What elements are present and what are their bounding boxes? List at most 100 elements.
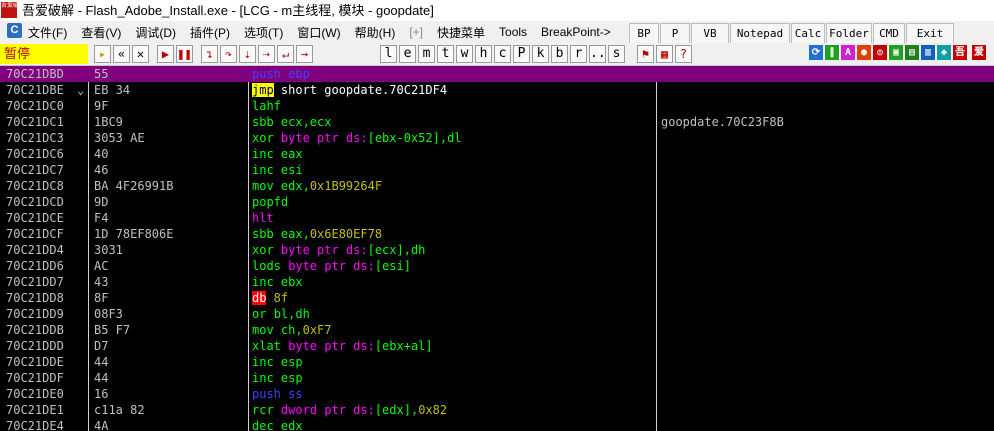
run-icon[interactable]: ▶: [157, 45, 174, 63]
menu-item[interactable]: 查看(V): [81, 24, 121, 41]
window-button-c[interactable]: c: [494, 45, 511, 63]
disasm-row[interactable]: 70C21DD7 43 inc ebx: [0, 274, 994, 290]
debug-icon[interactable]: ▤: [905, 45, 919, 60]
pause-bars-icon[interactable]: ∥: [825, 45, 839, 60]
status-paused: 暂停: [0, 44, 88, 64]
disasm-row[interactable]: 70C21DCF 1D 78EF806E sbb eax,0x6E80EF78: [0, 226, 994, 242]
menu-item[interactable]: 调试(D): [135, 24, 176, 41]
disassembly-cell: or bl,dh: [252, 306, 310, 322]
help-icon[interactable]: ?: [675, 45, 692, 63]
A-icon[interactable]: A: [841, 45, 855, 60]
asm-token: byte ptr ds:: [280, 243, 368, 257]
disasm-row[interactable]: 70C21DD6 AC lods byte ptr ds:[esi]: [0, 258, 994, 274]
address-cell: 70C21DC6: [6, 147, 64, 161]
disasm-row[interactable]: 70C21DCE F4 hlt: [0, 210, 994, 226]
disassembly-panel[interactable]: 70C21DBD 55 push ebp 70C21DBE ⌄ EB 34 jmp shor…: [0, 66, 994, 431]
menu-item[interactable]: Tools: [499, 25, 527, 39]
target-icon[interactable]: ◎: [873, 45, 887, 60]
address-cell: 70C21DD9: [6, 307, 64, 321]
close-icon[interactable]: ✕: [132, 45, 149, 63]
address-cell: 70C21DBE: [6, 83, 64, 97]
window-button-s[interactable]: s: [608, 45, 625, 63]
window-button-k[interactable]: k: [532, 45, 549, 63]
menu-item[interactable]: 文件(F): [28, 24, 67, 41]
address-cell: 70C21DE1: [6, 403, 64, 417]
quick-button-exit[interactable]: Exit: [906, 23, 954, 45]
window-button-e[interactable]: e: [399, 45, 416, 63]
menu-item[interactable]: 插件(P): [190, 24, 230, 41]
disasm-row[interactable]: 70C21DDE 44 inc esp: [0, 354, 994, 370]
window-button-more[interactable]: ...: [589, 45, 613, 63]
disasm-row[interactable]: 70C21DE0 16 push ss: [0, 386, 994, 402]
disassembly-cell: rcr dword ptr ds:[edx],0x82: [252, 402, 447, 418]
disasm-row[interactable]: 70C21DC0 9F lahf: [0, 98, 994, 114]
quick-button-cmd[interactable]: CMD: [873, 23, 905, 45]
hex-dump-cell: AC: [94, 259, 109, 273]
breakpoint-icon[interactable]: ⚑: [637, 45, 654, 63]
step-over-icon[interactable]: ↷: [220, 45, 237, 63]
window-button-w[interactable]: w: [456, 45, 473, 63]
disasm-row[interactable]: 70C21DD9 08F3 or bl,dh: [0, 306, 994, 322]
heart-icon[interactable]: 吾: [953, 45, 967, 60]
c-logo-icon[interactable]: C: [7, 23, 22, 38]
menu-item[interactable]: [+]: [409, 25, 423, 39]
window-button-m[interactable]: m: [418, 45, 435, 63]
disasm-row[interactable]: 70C21DD8 8F db 8f: [0, 290, 994, 306]
quick-button-notepad[interactable]: Notepad: [730, 23, 790, 45]
disasm-row[interactable]: 70C21DDB B5 F7 mov ch,0xF7: [0, 322, 994, 338]
app-logo-icon: 吾爱破解: [1, 2, 17, 18]
asm-token: hlt: [252, 211, 274, 225]
window-button-h[interactable]: h: [475, 45, 492, 63]
step-into-icon[interactable]: ↴: [201, 45, 218, 63]
disasm-row[interactable]: 70C21DD4 3031 xor byte ptr ds:[ecx],dh: [0, 242, 994, 258]
plugin-icon[interactable]: ▣: [889, 45, 903, 60]
logo-icon[interactable]: ◆: [937, 45, 951, 60]
trace-into-icon[interactable]: ⇣: [239, 45, 256, 63]
disasm-row[interactable]: 70C21DDD D7 xlat byte ptr ds:[ebx+al]: [0, 338, 994, 354]
disassembly-cell: lahf: [252, 98, 281, 114]
restart-icon[interactable]: «: [113, 45, 130, 63]
disasm-row[interactable]: 70C21DC1 1BC9 sbb ecx,ecx goopdate.70C23F8B: [0, 114, 994, 130]
asm-token: mov: [252, 323, 281, 337]
quick-button-calc[interactable]: Calc: [791, 23, 825, 45]
window-button-P[interactable]: P: [513, 45, 530, 63]
disasm-row[interactable]: 70C21DE1 c11a 82 rcr dword ptr ds:[edx],0x…: [0, 402, 994, 418]
pause-icon[interactable]: ❚❚: [176, 45, 193, 63]
asm-token: push: [252, 387, 289, 401]
menu-item[interactable]: 帮助(H): [355, 24, 396, 41]
disasm-row[interactable]: 70C21DBE ⌄ EB 34 jmp short goopdate.70C21DF…: [0, 82, 994, 98]
quick-button-folder[interactable]: Folder: [826, 23, 872, 45]
app-icon[interactable]: 爱: [972, 45, 986, 60]
quick-button-vb[interactable]: VB: [691, 23, 729, 45]
grid-icon[interactable]: ▦: [656, 45, 673, 63]
address-cell: 70C21DC0: [6, 99, 64, 113]
disasm-row[interactable]: 70C21DDF 44 inc esp: [0, 370, 994, 386]
window-button-l[interactable]: l: [380, 45, 397, 63]
goto-icon[interactable]: →: [296, 45, 313, 63]
quick-button-bp[interactable]: BP: [629, 23, 659, 45]
execute-till-return-icon[interactable]: ↵: [277, 45, 294, 63]
asm-token: inc: [252, 371, 281, 385]
disasm-row[interactable]: 70C21DC6 40 inc eax: [0, 146, 994, 162]
quick-button-p[interactable]: P: [660, 23, 690, 45]
disasm-row[interactable]: 70C21DCD 9D popfd: [0, 194, 994, 210]
disasm-row[interactable]: 70C21DC8 BA 4F26991B mov edx,0x1B99264F: [0, 178, 994, 194]
disasm-row[interactable]: 70C21DE4 4A dec edx: [0, 418, 994, 431]
menu-item[interactable]: 快捷菜单: [437, 24, 485, 41]
stop-circle-icon[interactable]: ●: [857, 45, 871, 60]
menu-item[interactable]: 选项(T): [244, 24, 283, 41]
asm-token: [edx],: [374, 403, 419, 417]
stack-icon[interactable]: ▥: [921, 45, 935, 60]
address-cell: 70C21DC1: [6, 115, 64, 129]
disasm-row[interactable]: 70C21DBD 55 push ebp: [0, 66, 994, 82]
disasm-row[interactable]: 70C21DC3 3053 AE xor byte ptr ds:[ebx-0x52…: [0, 130, 994, 146]
window-button-r[interactable]: r: [570, 45, 587, 63]
trace-over-icon[interactable]: ⇢: [258, 45, 275, 63]
menu-item[interactable]: BreakPoint->: [541, 25, 611, 39]
open-folder-icon[interactable]: ▸: [94, 45, 111, 63]
menu-item[interactable]: 窗口(W): [297, 24, 340, 41]
window-button-b[interactable]: b: [551, 45, 568, 63]
disasm-row[interactable]: 70C21DC7 46 inc esi: [0, 162, 994, 178]
window-button-t[interactable]: t: [437, 45, 454, 63]
refresh-icon[interactable]: ⟳: [809, 45, 823, 60]
